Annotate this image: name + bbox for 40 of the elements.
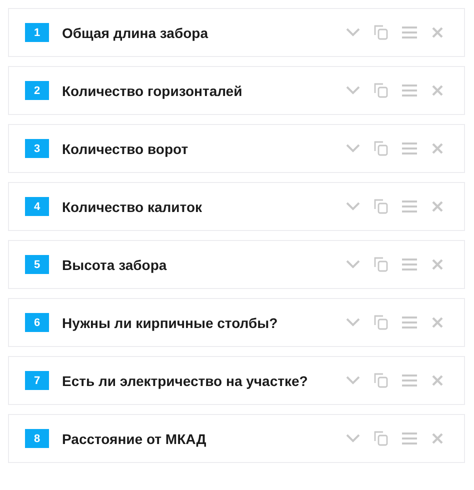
copy-icon[interactable] xyxy=(373,198,389,214)
question-title: Нужны ли кирпичные столбы? xyxy=(62,314,279,330)
copy-icon[interactable] xyxy=(373,314,389,330)
close-icon[interactable] xyxy=(429,82,445,98)
question-title: Расстояние от МКАД xyxy=(62,430,208,446)
question-title: Количество ворот xyxy=(62,140,190,156)
question-number: 5 xyxy=(25,255,49,274)
menu-icon[interactable] xyxy=(401,24,417,40)
menu-icon[interactable] xyxy=(401,256,417,272)
menu-icon[interactable] xyxy=(401,198,417,214)
question-title: Общая длина забора xyxy=(62,24,210,40)
close-icon[interactable] xyxy=(429,430,445,446)
question-number: 6 xyxy=(25,313,49,332)
close-icon[interactable] xyxy=(429,24,445,40)
question-number: 7 xyxy=(25,371,49,390)
close-icon[interactable] xyxy=(429,140,445,156)
question-number: 4 xyxy=(25,197,49,216)
copy-icon[interactable] xyxy=(373,256,389,272)
copy-icon[interactable] xyxy=(373,140,389,156)
question-title: Количество горизонталей xyxy=(62,82,244,98)
menu-icon[interactable] xyxy=(401,430,417,446)
question-title: Высота забора xyxy=(62,256,168,272)
question-number: 3 xyxy=(25,139,49,158)
copy-icon[interactable] xyxy=(373,24,389,40)
copy-icon[interactable] xyxy=(373,82,389,98)
copy-icon[interactable] xyxy=(373,430,389,446)
menu-icon[interactable] xyxy=(401,314,417,330)
copy-icon[interactable] xyxy=(373,372,389,388)
close-icon[interactable] xyxy=(429,198,445,214)
close-icon[interactable] xyxy=(429,372,445,388)
question-title: Количество калиток xyxy=(62,198,204,214)
menu-icon[interactable] xyxy=(401,82,417,98)
question-number: 2 xyxy=(25,81,49,100)
menu-icon[interactable] xyxy=(401,372,417,388)
question-number: 1 xyxy=(25,23,49,42)
menu-icon[interactable] xyxy=(401,140,417,156)
close-icon[interactable] xyxy=(429,314,445,330)
question-title: Есть ли электричество на участке? xyxy=(62,372,309,388)
question-number: 8 xyxy=(25,429,49,448)
close-icon[interactable] xyxy=(429,256,445,272)
